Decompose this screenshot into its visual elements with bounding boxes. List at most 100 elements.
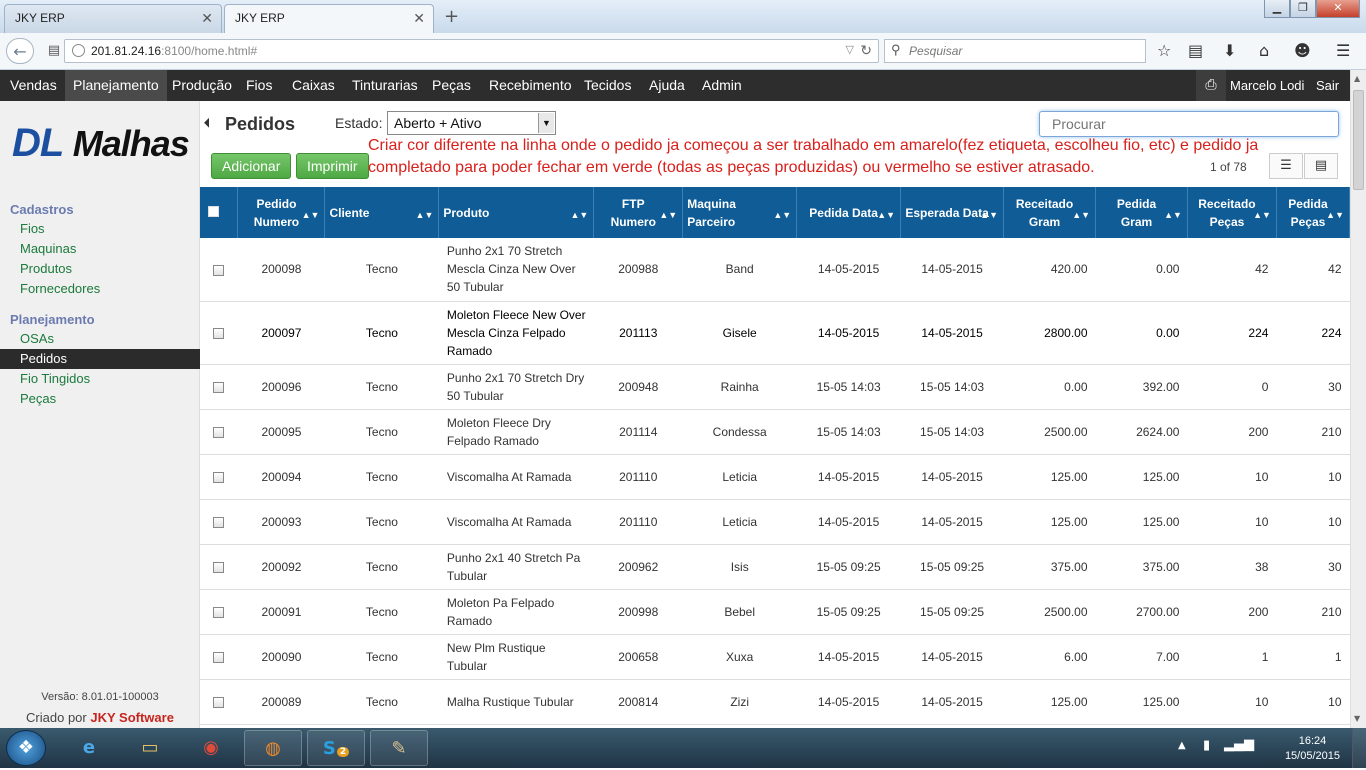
paint-icon[interactable]: ✎ (370, 730, 428, 766)
cell-produto: Punho 2x1 70 Stretch Dry 50 Tubular (438, 364, 594, 410)
bookmark-star-icon[interactable]: ☆ (1157, 41, 1171, 60)
close-window-icon[interactable]: ✕ (1316, 0, 1360, 18)
menu-caixas[interactable]: Caixas (292, 70, 335, 101)
row-checkbox[interactable] (213, 264, 225, 276)
collapse-sidebar-icon[interactable]: ⏴ (204, 116, 210, 131)
col-receitado-gram[interactable]: Receitado Gram ▲▼ (1003, 187, 1097, 238)
select-all-checkbox[interactable] (208, 205, 220, 217)
file-explorer-icon[interactable]: ▭ (121, 730, 179, 766)
chevron-down-icon[interactable]: ▼ (538, 113, 554, 133)
row-checkbox[interactable] (213, 516, 225, 528)
row-checkbox[interactable] (213, 651, 225, 663)
menu-tinturarias[interactable]: Tinturarias (352, 70, 418, 101)
show-desktop-button[interactable] (1352, 728, 1366, 768)
col-pedida-pecas[interactable]: Pedida Peças ▲▼ (1276, 187, 1350, 238)
col-ftp-numero[interactable]: FTP Numero ▲▼ (593, 187, 684, 238)
row-checkbox[interactable] (213, 606, 225, 618)
sidebar-item-osas[interactable]: OSAs (0, 329, 200, 349)
url-dropdown-icon[interactable]: ▽ (846, 43, 854, 56)
battery-icon[interactable]: ▮ (1203, 738, 1210, 753)
hamburger-menu-icon[interactable]: ☰ (1336, 41, 1350, 60)
col-produto[interactable]: Produto ▲▼ (438, 187, 595, 238)
scroll-down-icon[interactable]: ▼ (1354, 714, 1360, 723)
browser-tab-2[interactable]: JKY ERP ✕ (224, 4, 434, 34)
sidebar-item-fornecedores[interactable]: Fornecedores (0, 279, 200, 299)
table-row[interactable]: 200096 Tecno Punho 2x1 70 Stretch Dry 50 T… (200, 364, 1350, 410)
row-checkbox[interactable] (213, 696, 225, 708)
table-row[interactable]: 200092 Tecno Punho 2x1 40 Stretch Pa Tubul… (200, 544, 1350, 590)
table-row[interactable]: 200090 Tecno New Plm Rustique Tubular 20065… (200, 634, 1350, 680)
menu-ajuda[interactable]: Ajuda (649, 70, 685, 101)
row-checkbox[interactable] (213, 426, 225, 438)
col-pedida-data[interactable]: Pedida Data ▲▼ (796, 187, 902, 238)
scrollbar-thumb[interactable] (1353, 90, 1364, 190)
restore-icon[interactable]: ❐ (1290, 0, 1316, 18)
close-tab-icon[interactable]: ✕ (201, 10, 213, 27)
chrome-icon[interactable]: ◉ (182, 730, 240, 766)
pedidos-table: Pedido Numero ▲▼ Cliente ▲▼ Produto ▲▼ FTP … (200, 187, 1350, 728)
url-bar[interactable]: 201.81.24.16:8100/home.html# ▽ ↻ (64, 39, 879, 63)
clock[interactable]: 16:24 15/05/2015 (1285, 734, 1340, 764)
minimize-icon[interactable]: ▁ (1264, 0, 1290, 18)
table-row[interactable]: 200097 Tecno Moleton Fleece New Over Mescl… (200, 301, 1350, 365)
logout-link[interactable]: Sair (1316, 70, 1339, 101)
reload-icon[interactable]: ↻ (860, 42, 872, 59)
sidebar-item-maquinas[interactable]: Maquinas (0, 239, 200, 259)
search-input[interactable] (1039, 111, 1339, 137)
menu-fios[interactable]: Fios (246, 70, 272, 101)
browser-search-bar[interactable]: ⚲ Pesquisar (884, 39, 1146, 63)
col-esperada-data[interactable]: Esperada Data ▲▼ (900, 187, 1005, 238)
user-name[interactable]: Marcelo Lodi (1230, 70, 1304, 101)
tray-expand-icon[interactable]: ▲ (1178, 740, 1186, 751)
menu-recebimento[interactable]: Recebimento (489, 70, 572, 101)
volume-icon[interactable]: 🔈︎ (1250, 737, 1258, 752)
reading-list-icon[interactable]: ▤ (1188, 41, 1203, 60)
print-icon[interactable]: ⎙ (1196, 70, 1226, 101)
credit-brand-link[interactable]: JKY Software (90, 710, 174, 725)
table-row[interactable]: 200098 Tecno Punho 2x1 70 Stretch Mescla C… (200, 238, 1350, 302)
row-checkbox[interactable] (213, 381, 225, 393)
sidebar-item-produtos[interactable]: Produtos (0, 259, 200, 279)
table-row[interactable]: 200093 Tecno Viscomalha At Ramada 201110 Let… (200, 499, 1350, 545)
table-row[interactable]: 200094 Tecno Viscomalha At Ramada 201110 Let… (200, 454, 1350, 500)
chat-icon[interactable]: ☻ (1294, 41, 1311, 60)
table-row[interactable]: 200095 Tecno Moleton Fleece Dry Felpado Ra… (200, 409, 1350, 455)
firefox-icon[interactable]: ◍ (244, 730, 302, 766)
menu-vendas[interactable]: Vendas (10, 70, 57, 101)
page-scrollbar[interactable]: ▲ ▼ (1350, 70, 1366, 728)
menu-admin[interactable]: Admin (702, 70, 742, 101)
table-row[interactable]: 200091 Tecno Moleton Pa Felpado Ramado 2009… (200, 589, 1350, 635)
menu-planejamento[interactable]: Planejamento (65, 70, 167, 101)
col-maquina-parceiro[interactable]: Maquina Parceiro ▲▼ (682, 187, 798, 238)
close-tab-icon[interactable]: ✕ (413, 10, 425, 27)
sidebar-item-fio-tingidos[interactable]: Fio Tingidos (0, 369, 200, 389)
list-view-icon[interactable]: ☰ (1269, 153, 1303, 179)
sidebar-item-fios[interactable]: Fios (0, 219, 200, 239)
windows-start-icon[interactable]: ❖ (6, 730, 46, 766)
sidebar-item-pedidos[interactable]: Pedidos (0, 349, 200, 369)
table-row[interactable]: 200089 Tecno Malha Rustique Tubular 200814 Z… (200, 679, 1350, 725)
menu-producao[interactable]: Produção (172, 70, 232, 101)
print-button[interactable]: Imprimir (296, 153, 369, 179)
col-pedido-numero[interactable]: Pedido Numero ▲▼ (237, 187, 326, 238)
menu-pecas[interactable]: Peças (432, 70, 471, 101)
col-pedida-gram[interactable]: Pedida Gram ▲▼ (1095, 187, 1188, 238)
row-checkbox[interactable] (213, 471, 225, 483)
back-arrow-icon[interactable]: ← (6, 38, 34, 64)
scroll-up-icon[interactable]: ▲ (1354, 74, 1360, 83)
row-checkbox[interactable] (213, 561, 225, 573)
row-checkbox[interactable] (213, 327, 225, 339)
form-view-icon[interactable]: ▤ (1304, 153, 1338, 179)
estado-select[interactable]: Aberto + Ativo ▼ (387, 111, 556, 135)
menu-tecidos[interactable]: Tecidos (584, 70, 631, 101)
add-button[interactable]: Adicionar (211, 153, 292, 179)
browser-tab-1[interactable]: JKY ERP ✕ (4, 4, 222, 33)
new-tab-icon[interactable]: + (444, 6, 459, 27)
download-icon[interactable]: ⬇ (1223, 41, 1236, 60)
skype-icon[interactable]: S2 (307, 730, 365, 766)
internet-explorer-icon[interactable]: e (60, 730, 118, 766)
home-icon[interactable]: ⌂ (1259, 41, 1269, 60)
sidebar-item-pecas[interactable]: Peças (0, 389, 200, 409)
col-cliente[interactable]: Cliente ▲▼ (324, 187, 440, 238)
col-receitado-pecas[interactable]: Receitado Peças ▲▼ (1187, 187, 1277, 238)
